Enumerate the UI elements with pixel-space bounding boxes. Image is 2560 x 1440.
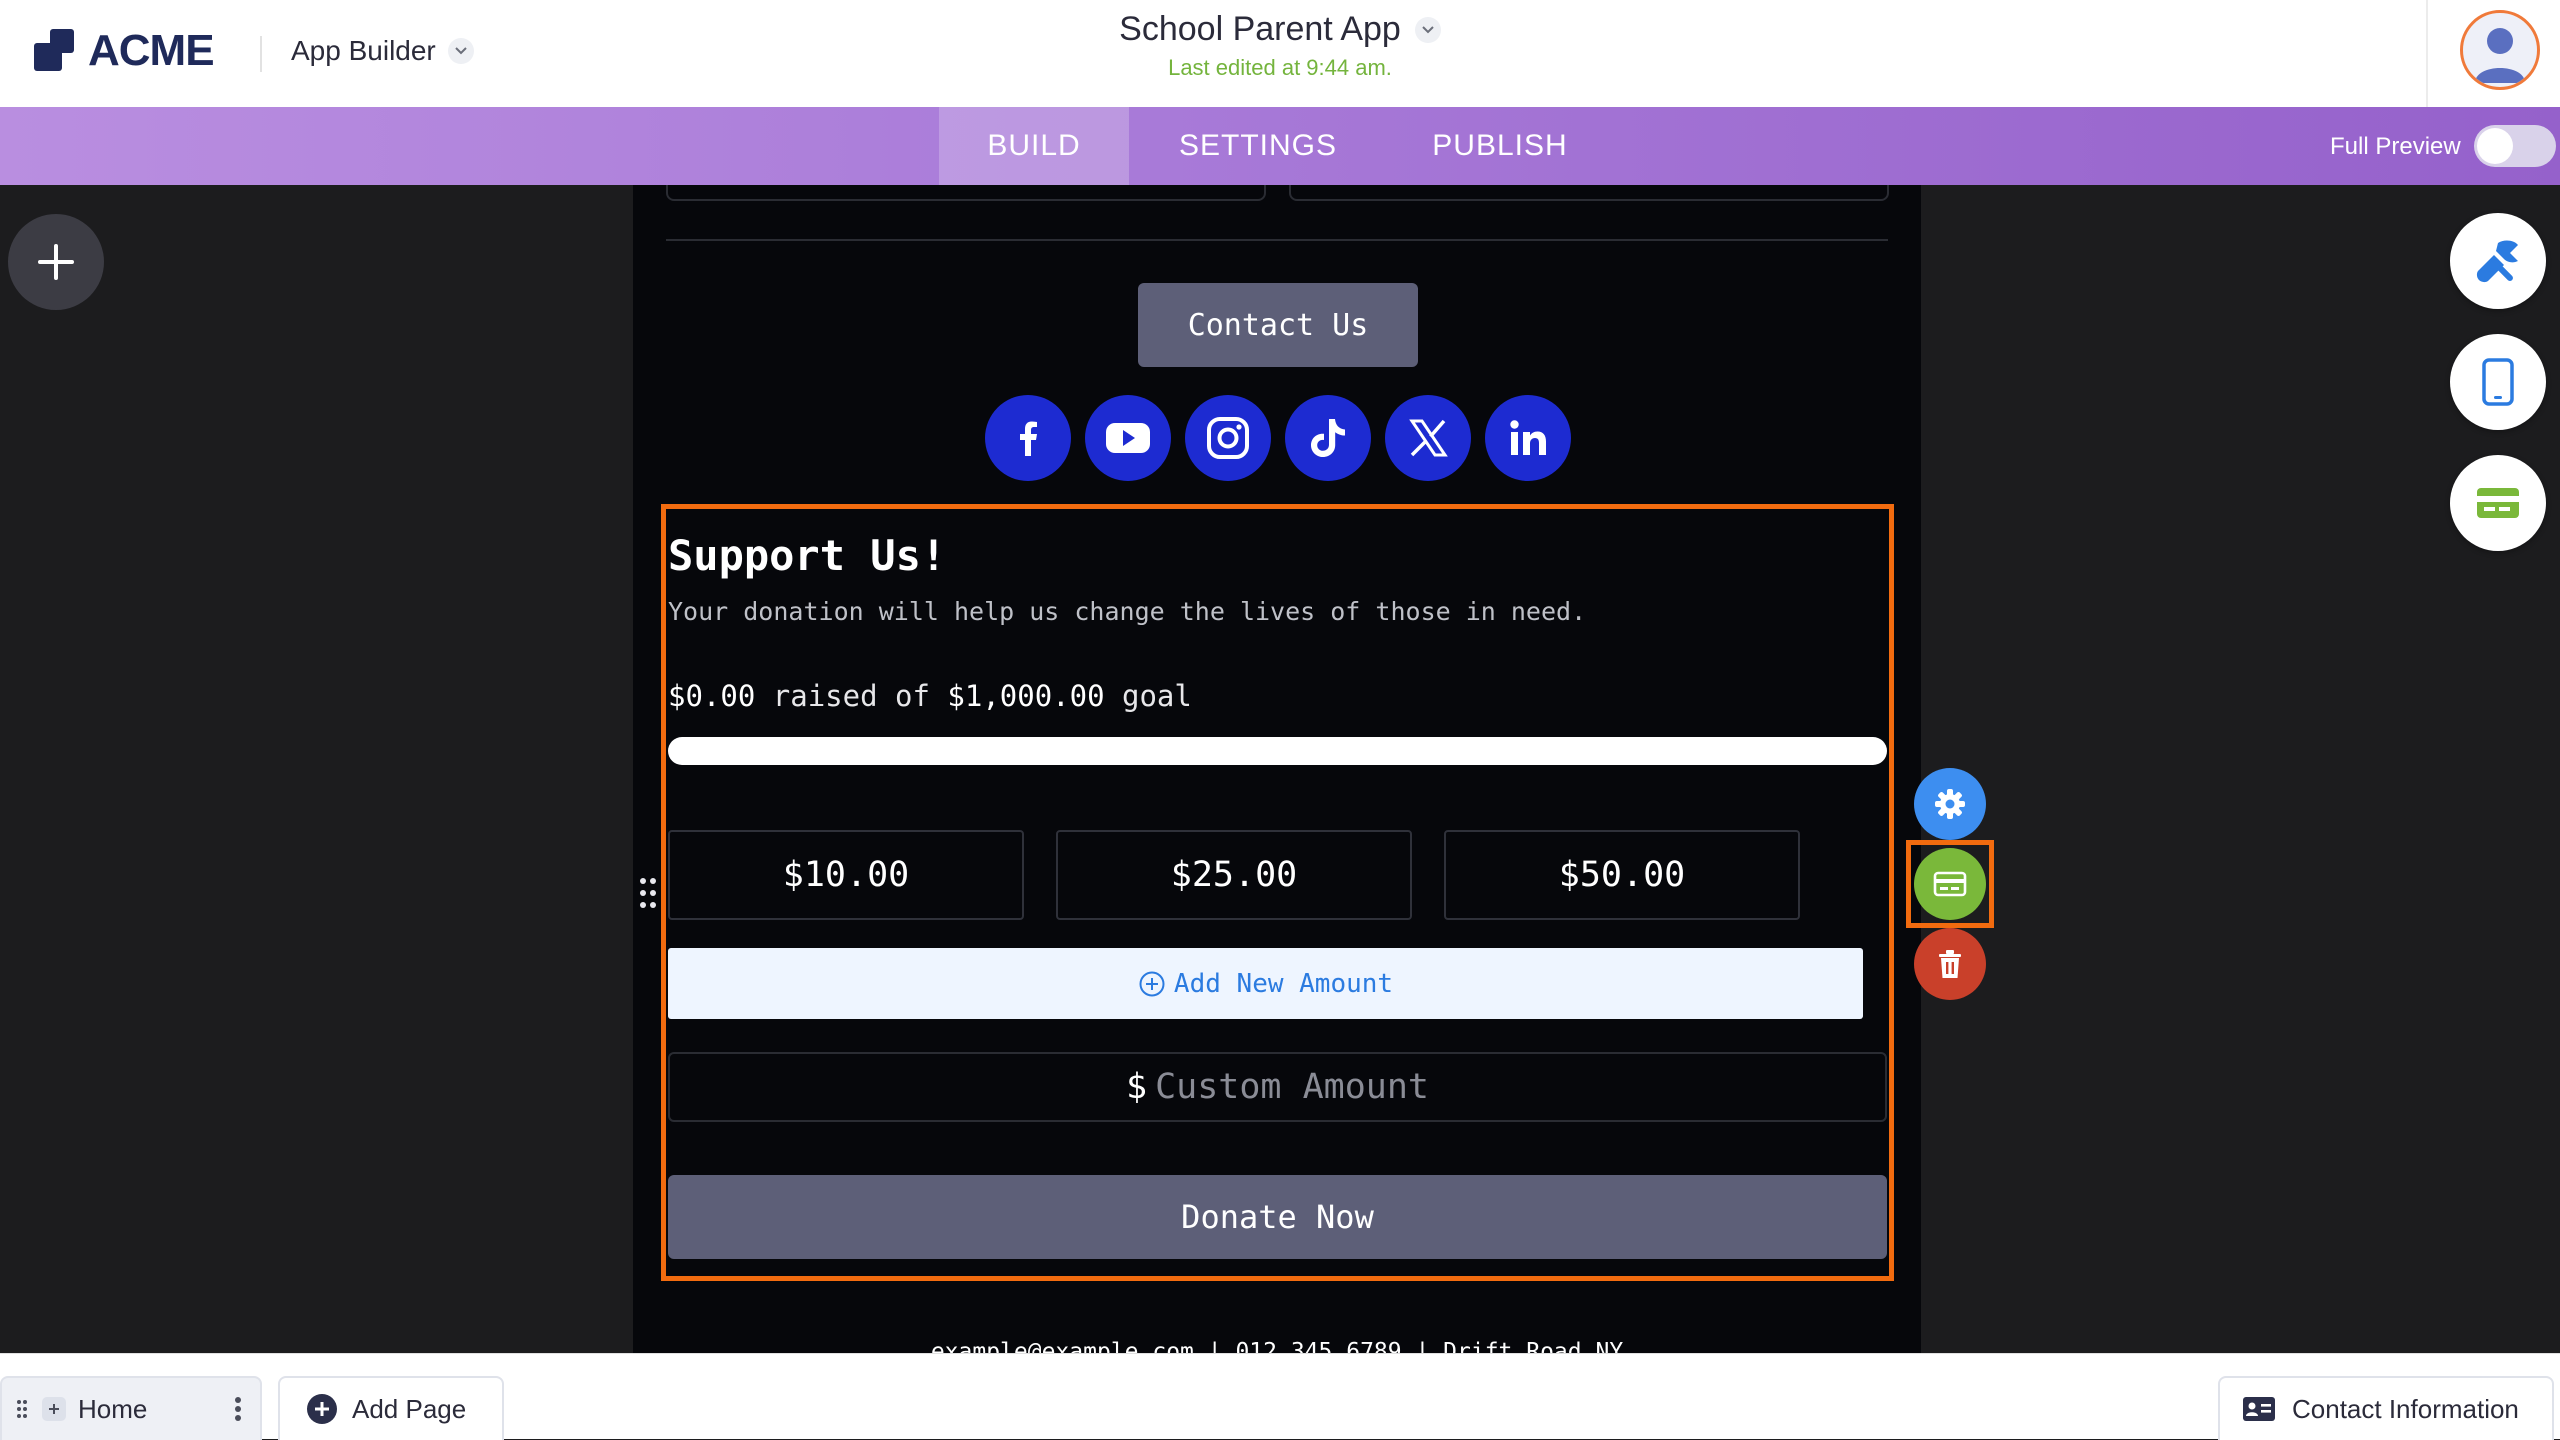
main-nav: BUILD SETTINGS PUBLISH Full Preview bbox=[0, 107, 2560, 185]
design-tools-icon bbox=[2476, 240, 2518, 283]
raised-summary: $0.00 raised of $1,000.00 goal bbox=[668, 679, 1192, 713]
goal-word: goal bbox=[1122, 679, 1192, 713]
page-tab-label: Home bbox=[78, 1393, 148, 1424]
contact-information-button[interactable]: Contact Information bbox=[2218, 1376, 2554, 1440]
payment-card-icon bbox=[1933, 871, 1967, 897]
settings-icon bbox=[1935, 789, 1965, 819]
tab-settings[interactable]: SETTINGS bbox=[1160, 107, 1356, 185]
app-title-block: School Parent App Last edited at 9:44 am… bbox=[0, 10, 2560, 81]
plus-icon bbox=[38, 244, 74, 280]
add-new-amount-button[interactable]: Add New Amount bbox=[668, 948, 1863, 1019]
drag-handle-icon[interactable] bbox=[16, 1399, 28, 1419]
custom-amount-placeholder: Custom Amount bbox=[1155, 1067, 1429, 1107]
design-tools-button[interactable] bbox=[2450, 213, 2546, 309]
full-preview-toggle[interactable] bbox=[2474, 125, 2556, 167]
contact-information-label: Contact Information bbox=[2292, 1393, 2519, 1424]
page-canvas: Contact Us Support Us! Your donation wil… bbox=[633, 185, 1921, 1353]
donation-subtitle: Your donation will help us change the li… bbox=[668, 597, 1587, 626]
of-word: of bbox=[895, 679, 930, 713]
home-page-icon bbox=[42, 1397, 66, 1421]
contact-card-icon bbox=[2243, 1397, 2275, 1421]
instagram-icon[interactable] bbox=[1185, 395, 1271, 481]
divider bbox=[666, 239, 1888, 241]
amount-option[interactable]: $25.00 bbox=[1056, 830, 1412, 920]
raised-amount: $0.00 bbox=[668, 679, 756, 713]
form-field[interactable] bbox=[666, 185, 1266, 201]
add-page-label: Add Page bbox=[352, 1393, 467, 1424]
top-bar: ACME App Builder School Parent App Last … bbox=[0, 0, 2560, 107]
amount-option[interactable]: $50.00 bbox=[1444, 830, 1800, 920]
payment-panel-button[interactable] bbox=[2450, 455, 2546, 551]
x-icon[interactable] bbox=[1385, 395, 1471, 481]
amount-option[interactable]: $10.00 bbox=[668, 830, 1024, 920]
trash-icon bbox=[1939, 950, 1961, 978]
tiktok-icon[interactable] bbox=[1285, 395, 1371, 481]
app-title-menu[interactable]: School Parent App bbox=[1119, 10, 1441, 49]
full-preview-label: Full Preview bbox=[2330, 133, 2461, 160]
donation-block[interactable]: Support Us! Your donation will help us c… bbox=[661, 504, 1894, 1281]
header-divider bbox=[2426, 0, 2428, 107]
youtube-icon[interactable] bbox=[1085, 395, 1171, 481]
add-new-amount-label: Add New Amount bbox=[1173, 968, 1394, 999]
toggle-knob bbox=[2477, 128, 2513, 164]
mobile-preview-button[interactable] bbox=[2450, 334, 2546, 430]
drag-handle-icon[interactable] bbox=[638, 876, 658, 910]
donate-now-button[interactable]: Donate Now bbox=[668, 1175, 1887, 1259]
form-field[interactable] bbox=[1289, 185, 1889, 201]
user-avatar[interactable] bbox=[2460, 10, 2540, 90]
donation-progress-bar bbox=[668, 737, 1887, 765]
chevron-down-icon bbox=[1414, 16, 1441, 43]
more-options-icon[interactable] bbox=[234, 1396, 242, 1422]
payment-card-icon bbox=[2477, 488, 2519, 518]
element-delete-button[interactable] bbox=[1914, 928, 1986, 1000]
add-page-button[interactable]: Add Page bbox=[278, 1376, 504, 1440]
app-title: School Parent App bbox=[1119, 10, 1401, 48]
last-edited-status: Last edited at 9:44 am. bbox=[1168, 55, 1392, 80]
page-bar: Home Add Page Contact Information bbox=[0, 1353, 2560, 1440]
linkedin-icon[interactable] bbox=[1485, 395, 1571, 481]
facebook-icon[interactable] bbox=[985, 395, 1071, 481]
raised-word: raised bbox=[772, 679, 878, 713]
mobile-preview-icon bbox=[2482, 358, 2514, 406]
tab-publish[interactable]: PUBLISH bbox=[1408, 107, 1592, 185]
contact-us-button[interactable]: Contact Us bbox=[1138, 283, 1418, 367]
plus-circle-icon bbox=[307, 1394, 337, 1424]
donation-title: Support Us! bbox=[668, 531, 947, 580]
page-tab-home[interactable]: Home bbox=[0, 1376, 262, 1440]
social-links bbox=[985, 395, 1571, 481]
element-settings-button[interactable] bbox=[1914, 768, 1986, 840]
goal-amount: $1,000.00 bbox=[947, 679, 1105, 713]
custom-amount-input[interactable]: $ Custom Amount bbox=[668, 1052, 1887, 1122]
element-payment-button[interactable] bbox=[1914, 848, 1986, 920]
tab-build[interactable]: BUILD bbox=[939, 107, 1129, 185]
plus-circle-icon bbox=[1139, 971, 1165, 996]
footer-contact-text: example@example.com | 012 345 6789 | Dri… bbox=[930, 1339, 1624, 1353]
add-element-button[interactable] bbox=[8, 214, 104, 310]
currency-symbol: $ bbox=[1125, 1067, 1148, 1107]
